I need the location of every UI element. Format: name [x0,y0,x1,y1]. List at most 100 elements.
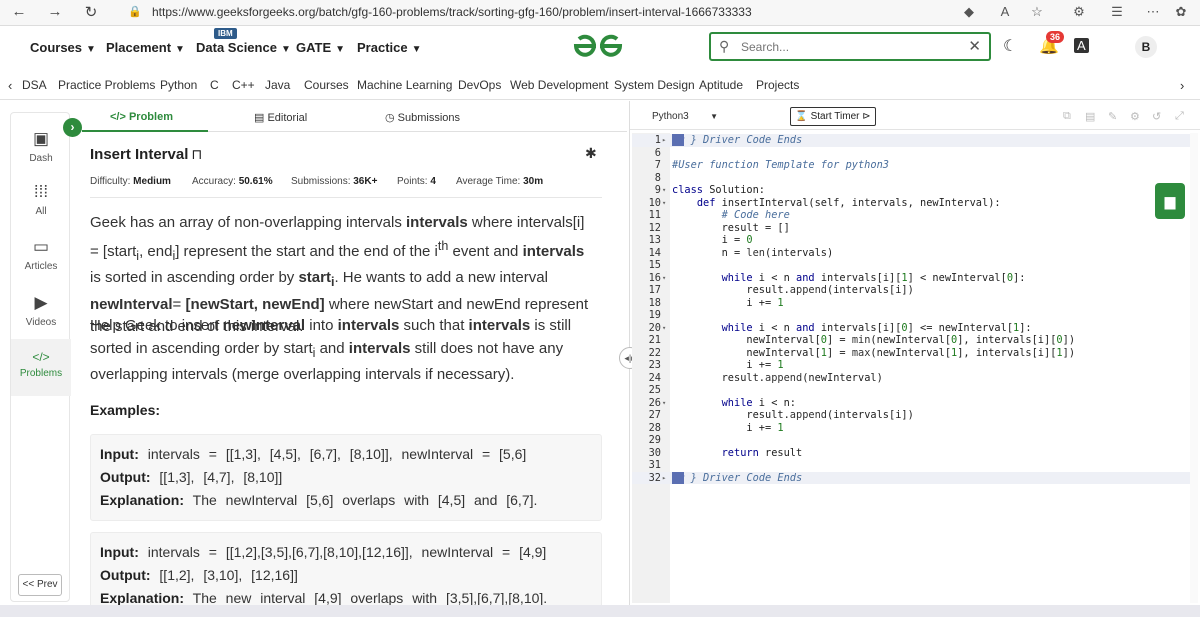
code-line[interactable]: 13 i = 0 [632,234,1192,247]
category-machine-learning[interactable]: Machine Learning [357,78,452,92]
copilot-icon[interactable]: ✿ [1172,4,1190,20]
sidebar-item-dash[interactable]: ▣ Dash [11,129,71,164]
category-devops[interactable]: DevOps [458,78,501,92]
sidebar-item-all[interactable]: ⁞⁞⁞ All [11,182,71,217]
tab-label: Editorial [267,112,308,124]
category-cpp[interactable]: C++ [232,78,255,92]
bookmark-icon[interactable]: ⊓ [191,146,202,162]
category-system-design[interactable]: System Design [614,78,695,92]
fullscreen-icon[interactable]: ⤢ [1175,110,1184,123]
file-icon[interactable]: ▤ [1085,110,1095,123]
code-editor[interactable]: 1 ▸ ## } Driver Code Ends 6 7 #User function … [632,133,1192,603]
copy-icon[interactable]: ⧉ [1063,110,1071,123]
book-icon: ▭ [32,237,50,256]
more-icon[interactable]: ⋯ [1144,4,1162,20]
menu-practice[interactable]: Practice ▼ [357,40,422,55]
tab-label: Problem [128,111,173,123]
menu-courses[interactable]: Courses ▼ [30,40,96,55]
code-line[interactable]: 17 result.append(intervals[i]) [632,284,1192,297]
read-aloud-icon[interactable]: A [996,4,1014,19]
code-line[interactable]: 31 [632,459,1192,472]
clear-icon[interactable]: ✕ [968,37,981,55]
code-line[interactable]: 18 i += 1 [632,297,1192,310]
category-java[interactable]: Java [265,78,290,92]
category-courses[interactable]: Courses [304,78,349,92]
code-line[interactable]: 15 [632,259,1192,272]
fold-collapsed-icon[interactable]: ▸ [662,472,666,485]
code-line[interactable]: 16 ▾ while i < n and intervals[i][1] < ne… [632,272,1192,285]
fold-icon[interactable]: ▾ [662,272,666,285]
search-input[interactable] [741,38,961,56]
chat-icon[interactable]: ▆ [1155,183,1185,219]
search-box[interactable]: ⚲ ✕ [709,32,991,61]
forward-icon[interactable]: → [44,3,66,20]
bug-report-icon[interactable]: ✱ [585,145,597,162]
editor-scrollbar[interactable] [1190,133,1198,603]
sidebar-item-videos[interactable]: ▶ Videos [11,293,71,328]
menu-data-science[interactable]: Data Science ▼ [196,40,291,55]
translate-icon[interactable]: A [1074,38,1089,53]
settings-icon[interactable]: ⚙ [1130,110,1140,123]
dark-mode-icon[interactable]: ☾ [1003,36,1017,56]
code-line[interactable]: 9 ▾ class Solution: [632,184,1192,197]
pen-icon[interactable]: ✎ [1108,110,1117,123]
reset-icon[interactable]: ↺ [1152,110,1161,123]
code-line[interactable]: 10 ▾ def insertInterval(self, intervals, … [632,197,1192,210]
category-dsa[interactable]: DSA [22,78,47,92]
code-line[interactable]: 28 i += 1 [632,422,1192,435]
code-line[interactable]: 7 #User function Template for python3 [632,159,1192,172]
tab-problem[interactable]: </> Problem [110,111,173,123]
favorite-icon[interactable]: ☆ [1028,4,1046,20]
start-timer-button[interactable]: ⌛ Start Timer ⊳ [790,107,876,126]
code-line[interactable]: 20 ▾ while i < n and intervals[i][0] <= n… [632,322,1192,335]
fold-icon[interactable]: ▾ [662,397,666,410]
code-line[interactable]: 32 ▸ ## } Driver Code Ends [632,471,1192,485]
tab-editorial[interactable]: ▤ Editorial [254,111,307,124]
code-line[interactable]: 12 result = [] [632,222,1192,235]
code-line[interactable]: 25 [632,384,1192,397]
code-line[interactable]: 21 newInterval[0] = min(newInterval[0], … [632,334,1192,347]
code-line[interactable]: 19 [632,309,1192,322]
category-projects[interactable]: Projects [756,78,799,92]
gfg-logo[interactable] [572,34,624,58]
category-python[interactable]: Python [160,78,197,92]
line-number: 8 [654,171,661,184]
scroll-left-icon[interactable]: ‹ [8,78,12,93]
code-line[interactable]: 8 [632,172,1192,185]
expand-sidebar-icon[interactable]: › [63,118,82,137]
category-practice-problems[interactable]: Practice Problems [58,78,155,92]
code-line[interactable]: 14 n = len(intervals) [632,247,1192,260]
code-line[interactable]: 24 result.append(newInterval) [632,372,1192,385]
category-aptitude[interactable]: Aptitude [699,78,743,92]
fold-icon[interactable]: ▾ [662,184,666,197]
fold-collapsed-icon[interactable]: ▸ [662,134,666,147]
code-line[interactable]: 29 [632,434,1192,447]
reload-icon[interactable]: ↻ [80,3,102,21]
code-line[interactable]: 23 i += 1 [632,359,1192,372]
fold-icon[interactable]: ▾ [662,322,666,335]
address-bar[interactable]: 🔒 https://www.geeksforgeeks.org/batch/gf… [118,2,948,22]
language-select[interactable]: Python3 ▼ [645,107,723,126]
menu-gate[interactable]: GATE ▼ [296,40,345,55]
back-icon[interactable]: ← [8,3,30,20]
tab-submissions[interactable]: ◷ Submissions [385,111,460,124]
fold-icon[interactable]: ▾ [662,197,666,210]
menu-placement[interactable]: Placement ▼ [106,40,185,55]
code-line[interactable]: 11 # Code here [632,209,1192,222]
scroll-right-icon[interactable]: › [1180,78,1184,93]
extension-icon[interactable]: ◆ [960,4,978,20]
sidebar-item-articles[interactable]: ▭ Articles [11,237,71,272]
code-line[interactable]: 6 [632,147,1192,160]
code-line[interactable]: 1 ▸ ## } Driver Code Ends [632,134,1192,147]
favorites-list-icon[interactable]: ☰ [1108,4,1126,20]
extensions-icon[interactable]: ⚙ [1070,4,1088,20]
prev-button[interactable]: << Prev [18,574,62,596]
code-line[interactable]: 27 result.append(intervals[i]) [632,409,1192,422]
avatar[interactable]: B [1135,36,1157,58]
sidebar-item-problems[interactable]: </> Problems [11,339,71,396]
code-line[interactable]: 26 ▾ while i < n: [632,397,1192,410]
category-web-development[interactable]: Web Development [510,78,609,92]
code-line[interactable]: 22 newInterval[1] = max(newInterval[1], … [632,347,1192,360]
category-c[interactable]: C [210,78,219,92]
code-line[interactable]: 30 return result [632,447,1192,460]
